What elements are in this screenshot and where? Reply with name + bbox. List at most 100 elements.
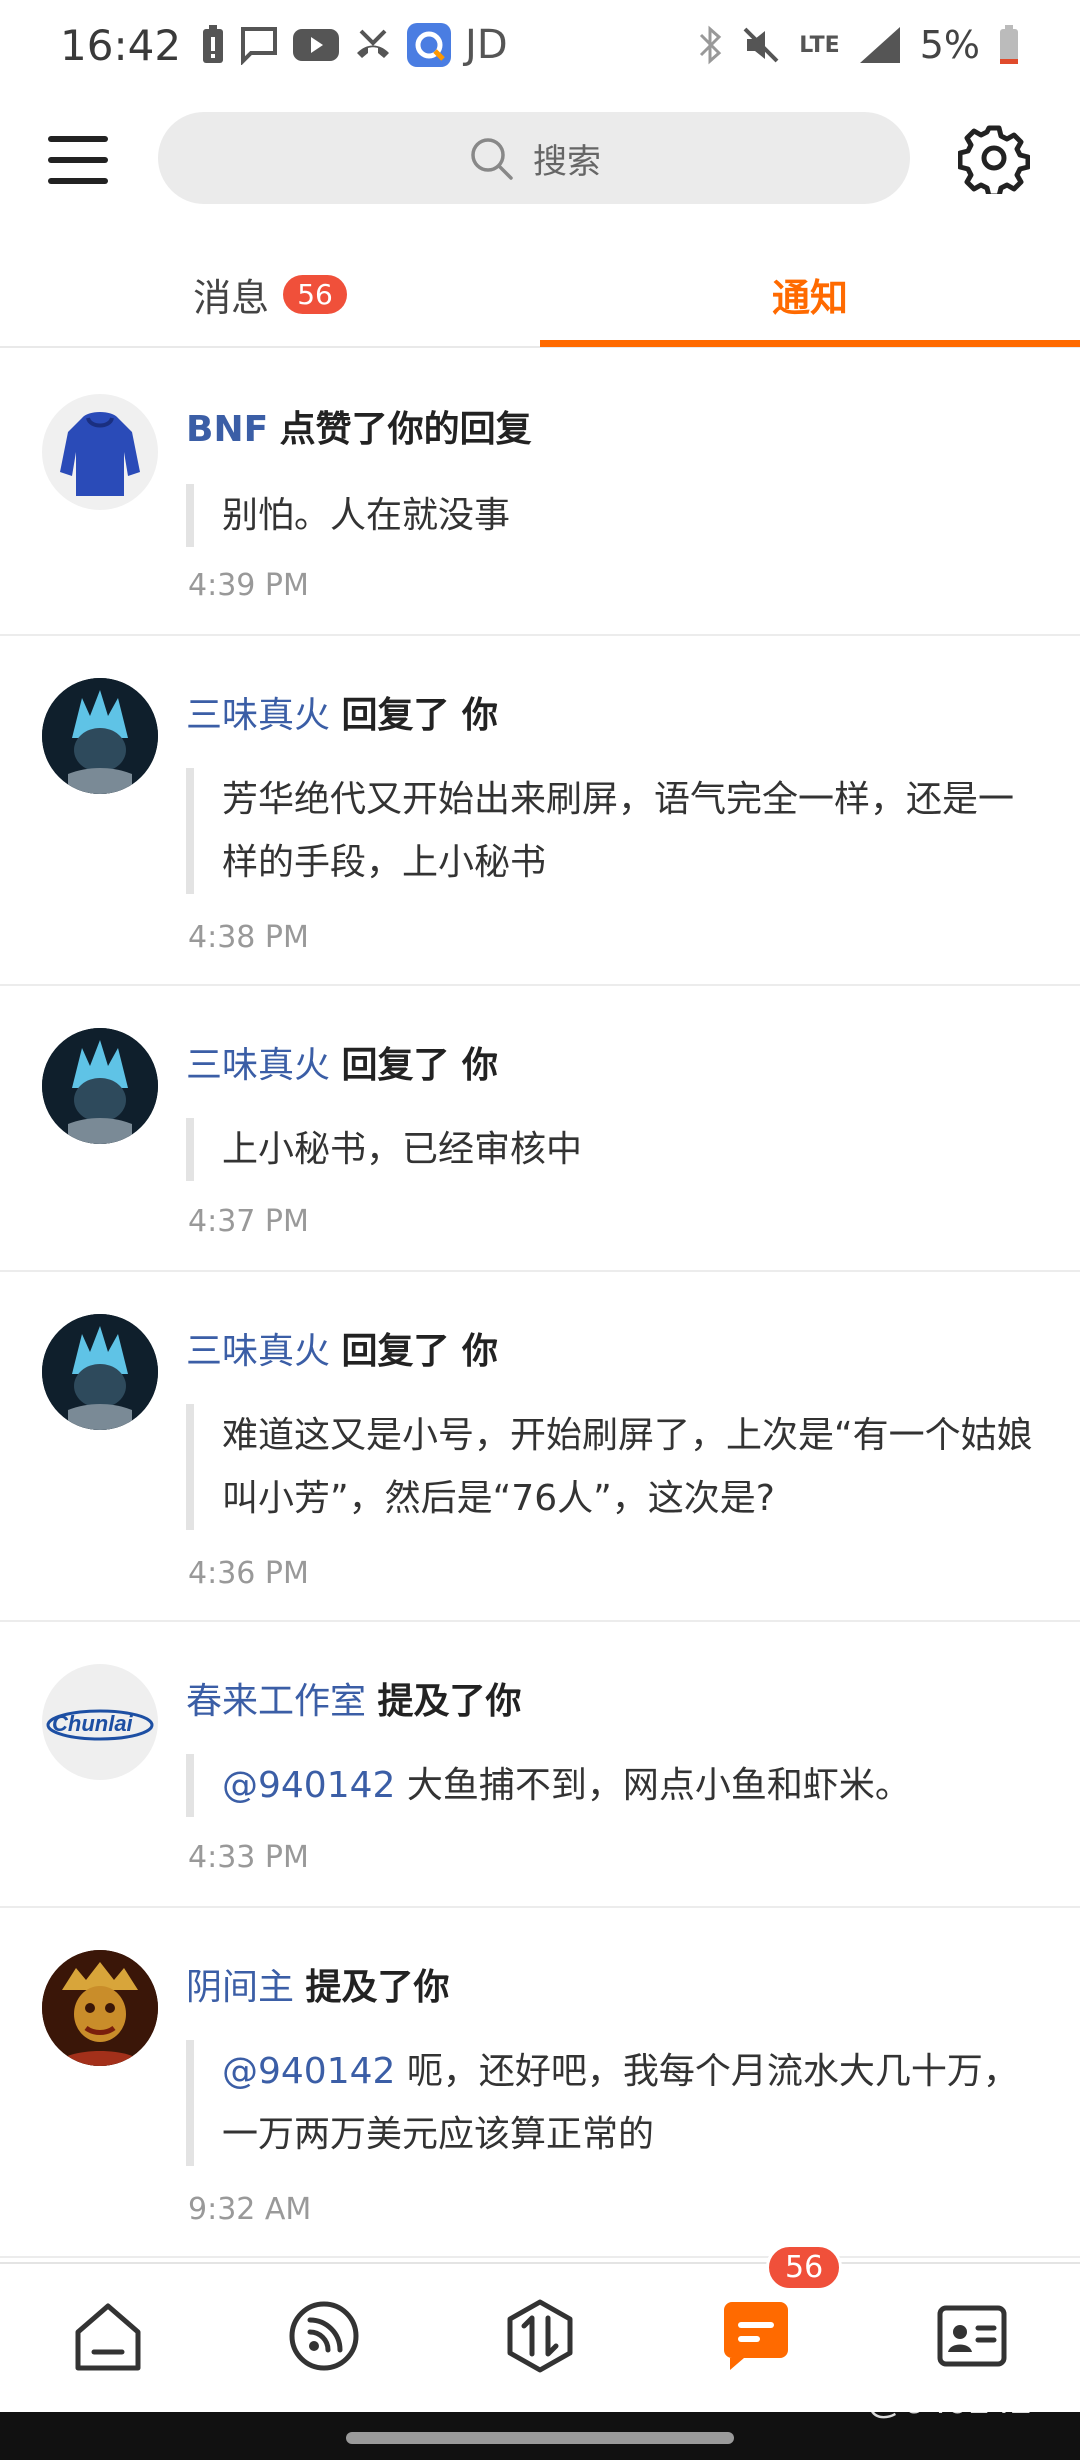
quoted-text[interactable]: 上小秘书，已经审核中	[186, 1118, 1046, 1181]
user-name-link[interactable]: 阴间主	[186, 1967, 294, 2008]
quote-body: 芳华绝代又开始出来刷屏，语气完全一样，还是一样的手段，上小秘书	[222, 779, 1015, 883]
nav-feed[interactable]	[284, 2296, 364, 2376]
user-name-link[interactable]: 三味真火	[186, 695, 330, 736]
contact-card-icon	[937, 2305, 1007, 2367]
notification-item[interactable]: 三味真火 回复了 你 上小秘书，已经审核中 4:37 PM	[0, 986, 1080, 1272]
nav-home[interactable]	[68, 2296, 148, 2376]
notification-action: 点赞了你的回复	[279, 409, 532, 450]
timestamp: 4:38 PM	[188, 920, 309, 955]
bluetooth-icon	[700, 25, 722, 65]
nav-messages-badge: 56	[766, 2244, 843, 2291]
quote-body: 难道这又是小号，开始刷屏了，上次是“有一个姑娘叫小芳”，然后是“76人”，这次是…	[222, 1415, 1033, 1519]
watermark: @940142	[866, 2380, 1032, 2422]
settings-button[interactable]	[957, 122, 1031, 199]
feed-icon	[289, 2301, 359, 2371]
quoted-text[interactable]: @940142 呃，还好吧，我每个月流水大几十万，一万两万美元应该算正常的	[186, 2040, 1046, 2166]
quoted-text[interactable]: 别怕。人在就没事	[186, 484, 1046, 547]
missed-call-icon	[357, 29, 390, 58]
avatar[interactable]	[42, 1950, 158, 2066]
avatar[interactable]	[42, 1314, 158, 1430]
timestamp: 4:36 PM	[188, 1556, 309, 1591]
quoted-text[interactable]: 芳华绝代又开始出来刷屏，语气完全一样，还是一样的手段，上小秘书	[186, 768, 1046, 894]
quote-body: 上小秘书，已经审核中	[222, 1129, 583, 1170]
status-system-icons: LTE 5%	[697, 23, 1020, 67]
active-tab-indicator	[540, 340, 1080, 347]
quote-body: 别怕。人在就没事	[222, 495, 511, 536]
status-time: 16:42	[60, 20, 182, 70]
jd-app-label: JD	[465, 22, 508, 68]
mute-icon	[743, 27, 779, 63]
timestamp: 4:37 PM	[188, 1204, 309, 1239]
search-icon	[471, 138, 513, 180]
blue-hair-warrior-avatar	[42, 678, 158, 794]
avatar[interactable]: Chunlai	[42, 1664, 158, 1780]
notification-title: 三味真火 回复了 你	[186, 686, 498, 738]
tab-notifications-label: 通知	[771, 275, 848, 320]
notification-title: BNF 点赞了你的回复	[186, 400, 532, 452]
notification-title: 三味真火 回复了 你	[186, 1036, 498, 1088]
tab-messages-label: 消息	[193, 275, 270, 320]
trade-icon	[507, 2299, 573, 2373]
signal-icon	[859, 27, 900, 63]
notification-item[interactable]: 三味真火 回复了 你 难道这又是小号，开始刷屏了，上次是“有一个姑娘叫小芳”，然…	[0, 1272, 1080, 1622]
youtube-icon	[293, 29, 340, 61]
avatar[interactable]	[42, 394, 158, 510]
mention-link[interactable]: @940142	[222, 2051, 395, 2092]
top-bar: 搜索	[0, 100, 1080, 220]
blue-hair-warrior-avatar	[42, 1314, 158, 1430]
notification-action: 提及了你	[305, 1967, 450, 2008]
user-name-link[interactable]: 春来工作室	[186, 1681, 366, 1722]
chunlai-logo: Chunlai	[46, 1709, 154, 1741]
tab-notifications[interactable]: 通知	[540, 240, 1080, 348]
battery-icon	[1000, 25, 1018, 64]
timestamp: 9:32 AM	[188, 2192, 312, 2227]
tab-bar: 消息 56 通知	[0, 240, 1080, 348]
gear-icon	[957, 125, 1031, 199]
battery-alert-icon	[203, 25, 224, 63]
search-input[interactable]: 搜索	[158, 112, 910, 204]
notification-item[interactable]: BNF 点赞了你的回复 别怕。人在就没事 4:39 PM	[0, 350, 1080, 636]
nav-trade[interactable]	[500, 2296, 580, 2376]
nav-profile[interactable]	[932, 2296, 1012, 2376]
notification-action: 回复了 你	[341, 695, 499, 736]
status-notification-icons: JD	[201, 22, 508, 68]
battery-percent: 5%	[919, 23, 980, 67]
home-gesture-pill[interactable]	[346, 2432, 734, 2444]
user-name-link[interactable]: 三味真火	[186, 1331, 330, 1372]
chunlai-logo-text: Chunlai	[52, 1711, 134, 1736]
status-bar: 16:42 JD LTE 5%	[0, 0, 1080, 90]
blue-hair-warrior-avatar	[42, 1028, 158, 1144]
notification-action: 回复了 你	[341, 1045, 499, 1086]
nav-messages[interactable]	[716, 2296, 796, 2376]
mention-link[interactable]: @940142	[222, 1765, 395, 1806]
hamburger-icon	[48, 136, 108, 184]
notification-list: BNF 点赞了你的回复 别怕。人在就没事 4:39 PM 三味真火 回复了 你 …	[0, 350, 1080, 2258]
timestamp: 4:39 PM	[188, 568, 309, 603]
notification-action: 回复了 你	[341, 1331, 499, 1372]
chat-icon	[241, 27, 278, 65]
quoted-text[interactable]: 难道这又是小号，开始刷屏了，上次是“有一个姑娘叫小芳”，然后是“76人”，这次是…	[186, 1404, 1046, 1530]
golden-deity-avatar	[42, 1950, 158, 2066]
search-placeholder: 搜索	[533, 141, 601, 182]
notification-item[interactable]: 三味真火 回复了 你 芳华绝代又开始出来刷屏，语气完全一样，还是一样的手段，上小…	[0, 636, 1080, 986]
notification-action: 提及了你	[377, 1681, 522, 1722]
notification-item[interactable]: 阴间主 提及了你 @940142 呃，还好吧，我每个月流水大几十万，一万两万美元…	[0, 1908, 1080, 2258]
message-icon	[724, 2302, 788, 2370]
notification-title: 三味真火 回复了 你	[186, 1322, 498, 1374]
notification-item[interactable]: Chunlai 春来工作室 提及了你 @940142 大鱼捕不到，网点小鱼和虾米…	[0, 1622, 1080, 1908]
notification-title: 阴间主 提及了你	[186, 1958, 449, 2010]
lte-indicator: LTE	[799, 32, 840, 58]
tab-messages[interactable]: 消息 56	[0, 240, 540, 348]
quoted-text[interactable]: @940142 大鱼捕不到，网点小鱼和虾米。	[186, 1754, 1046, 1817]
quote-body: 大鱼捕不到，网点小鱼和虾米。	[395, 1765, 911, 1806]
browser-app-icon	[407, 23, 452, 67]
blue-hoodie-avatar	[60, 412, 140, 496]
notification-title: 春来工作室 提及了你	[186, 1672, 521, 1724]
user-name-link[interactable]: 三味真火	[186, 1045, 330, 1086]
avatar[interactable]	[42, 1028, 158, 1144]
user-name-link[interactable]: BNF	[186, 409, 268, 450]
home-icon	[75, 2303, 141, 2371]
menu-button[interactable]	[40, 122, 116, 198]
tab-messages-badge: 56	[283, 274, 347, 314]
avatar[interactable]	[42, 678, 158, 794]
